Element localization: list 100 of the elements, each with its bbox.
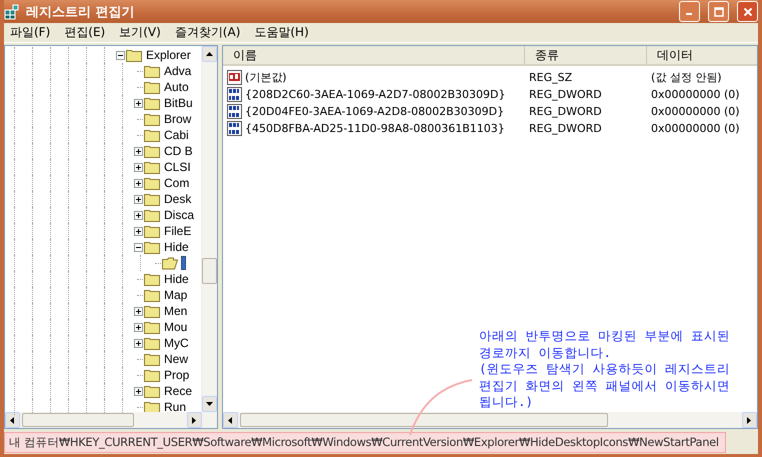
scroll-right-button[interactable] (187, 412, 202, 428)
value-type: REG_DWORD (529, 122, 603, 135)
tree-item[interactable]: Adva (163, 64, 192, 78)
tree-item[interactable]: Men (163, 304, 188, 318)
folder-icon (144, 64, 161, 78)
expand-icon[interactable] (134, 386, 142, 396)
tree-item[interactable]: Com (163, 176, 190, 190)
tree-item[interactable]: BitBu (163, 96, 194, 110)
tree-item[interactable]: Auto (163, 80, 190, 94)
folder-icon (144, 272, 161, 286)
horizontal-scrollbar[interactable] (5, 412, 217, 428)
folder-icon (144, 224, 161, 238)
menu-item[interactable]: 즐겨찾기(A) (168, 24, 248, 41)
binary-value-icon (227, 86, 243, 102)
value-type: REG_DWORD (529, 105, 603, 118)
folder-icon (144, 352, 161, 366)
tree-item[interactable]: Disca (163, 208, 196, 222)
value-data: (값 설정 안됨) (651, 70, 723, 85)
column-header[interactable]: 데이터 (647, 46, 762, 64)
annotation-text: 아래의 반투명으로 마킹된 부분에 표시된 경로까지 이동합니다. (윈도우즈 탐색기 사용하듯이 레지스트리 편집기 화면의 왼쪽 패널에서 이동하시면 됩니다.) (479, 328, 732, 410)
value-name[interactable]: {208D2C60-3AEA-1069-A2D7-08002B30309D} (245, 88, 506, 101)
value-type: REG_SZ (529, 71, 574, 84)
vertical-scrollbar[interactable] (201, 46, 217, 412)
value-data: 0x00000000 (0) (651, 122, 741, 135)
folder-icon (144, 96, 161, 110)
maximize-button[interactable] (708, 1, 729, 22)
close-button[interactable] (737, 1, 758, 22)
tree-item[interactable]: Hide (163, 272, 190, 286)
folder-icon (144, 368, 161, 382)
expand-icon[interactable] (134, 146, 142, 156)
maximize-icon (714, 6, 724, 16)
selection-highlight[interactable] (181, 256, 186, 270)
expand-icon[interactable] (134, 210, 142, 220)
window-title: 레지스트리 편집기 (26, 4, 136, 20)
folder-icon (144, 80, 161, 94)
tree-item[interactable]: Map (163, 288, 188, 302)
tree-item[interactable]: CD B (163, 144, 194, 158)
arrow-left-icon (226, 416, 235, 424)
scroll-up-button[interactable] (202, 46, 217, 62)
value-name[interactable]: {450D8FBA-AD25-11D0-98A8-0800361B1103} (245, 122, 505, 135)
menu-item[interactable]: 보기(V) (113, 24, 169, 41)
tree-item[interactable]: MyC (163, 336, 190, 350)
tree-item[interactable]: CLSI (163, 160, 192, 174)
tree-item[interactable]: Prop (163, 368, 190, 382)
tree-item[interactable]: Desk (163, 192, 192, 206)
menu-item[interactable]: 도움말(H) (248, 24, 317, 41)
folder-icon (144, 336, 161, 350)
folder-icon (126, 48, 143, 62)
expand-icon[interactable] (134, 178, 142, 188)
folder-icon (144, 400, 161, 414)
menu-item[interactable]: 파일(F) (4, 24, 58, 41)
expand-icon[interactable] (134, 98, 142, 108)
value-name[interactable]: (기본값) (245, 70, 287, 85)
folder-icon (144, 384, 161, 398)
collapse-icon[interactable] (134, 242, 142, 252)
tree-item[interactable]: New (163, 352, 190, 366)
scroll-left-button[interactable] (223, 412, 238, 428)
horizontal-scrollbar[interactable] (223, 412, 757, 428)
tree-item[interactable]: Brow (163, 112, 192, 126)
status-path: 내 컴퓨터₩HKEY_CURRENT_USER₩Software₩Microsoft₩Windows₩CurrentVersion₩Explorer₩HideDesktopIcons₩NewStartPanel (4, 432, 726, 452)
scroll-down-button[interactable] (202, 396, 217, 412)
scroll-thumb[interactable] (202, 258, 217, 284)
tree-item[interactable]: Cabi (163, 128, 190, 142)
value-data: 0x00000000 (0) (651, 105, 741, 118)
collapse-icon[interactable] (116, 50, 124, 60)
folder-icon (144, 112, 161, 126)
tree-item[interactable]: Rece (163, 384, 194, 398)
tree-item[interactable]: Explorer (145, 48, 192, 62)
arrow-left-icon (8, 416, 17, 424)
folder-icon (162, 256, 179, 270)
scroll-thumb[interactable] (240, 413, 608, 427)
arrow-down-icon (205, 400, 214, 408)
tree-item[interactable]: FileE (163, 224, 192, 238)
registry-cubes-icon (4, 4, 20, 20)
expand-icon[interactable] (134, 226, 142, 236)
expand-icon[interactable] (134, 322, 142, 332)
folder-icon (144, 304, 161, 318)
expand-icon[interactable] (134, 306, 142, 316)
tree-item[interactable]: Run (163, 400, 188, 414)
close-icon (742, 6, 752, 16)
arrow-up-icon (205, 50, 214, 58)
column-header[interactable]: 이름 (223, 46, 525, 64)
value-name[interactable]: {20D04FE0-3AEA-1069-A2D8-08002B30309D} (245, 105, 504, 118)
scroll-right-button[interactable] (742, 412, 757, 428)
expand-icon[interactable] (134, 162, 142, 172)
tree-item[interactable]: Hide (163, 240, 190, 254)
folder-icon (144, 176, 161, 190)
tree-item[interactable]: Mou (163, 320, 188, 334)
binary-value-icon (227, 104, 243, 120)
column-header[interactable]: 종류 (525, 46, 647, 64)
menu-item[interactable]: 편집(E) (58, 24, 114, 41)
minimize-button[interactable] (679, 1, 700, 22)
scroll-thumb[interactable] (22, 413, 134, 427)
folder-icon (144, 208, 161, 222)
expand-icon[interactable] (134, 338, 142, 348)
value-data: 0x00000000 (0) (651, 88, 741, 101)
scroll-left-button[interactable] (5, 412, 20, 428)
expand-icon[interactable] (134, 194, 142, 204)
folder-icon (144, 240, 161, 254)
folder-icon (144, 192, 161, 206)
